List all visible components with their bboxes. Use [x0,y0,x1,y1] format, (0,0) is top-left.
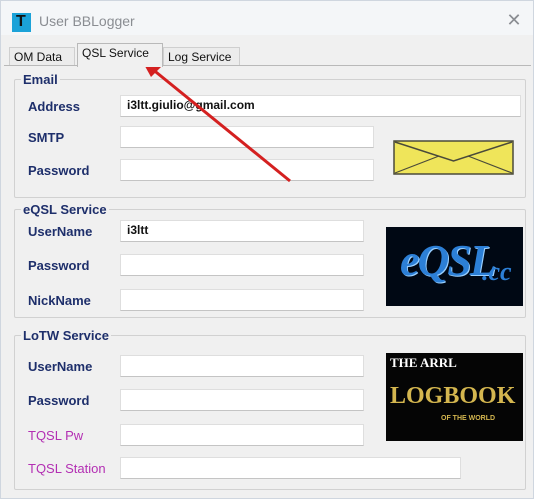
close-icon[interactable]: ✕ [503,9,525,31]
address-input[interactable]: i3ltt.giulio@gmail.com [120,95,521,117]
eqsl-logo-suffix: .cc [482,257,512,286]
app-icon [12,13,31,32]
tab-qsl-service[interactable]: QSL Service [77,43,163,67]
lotw-logo-main: LOGBOOK [390,383,516,409]
lotw-username-label: UserName [28,359,93,374]
email-password-label: Password [28,163,90,178]
smtp-label: SMTP [28,130,65,145]
eqsl-username-label: UserName [28,224,93,239]
tqsl-station-label: TQSL Station [28,461,106,476]
eqsl-legend: eQSL Service [23,202,107,217]
qsl-service-panel: Email Address i3ltt.giulio@gmail.com SMT… [4,65,531,498]
tqsl-pw-label: TQSL Pw [28,428,84,443]
smtp-input[interactable] [120,126,374,148]
tab-om-data[interactable]: OM Data [9,47,75,66]
lotw-username-input[interactable] [120,355,364,377]
tqsl-pw-input[interactable] [120,424,364,446]
eqsl-nickname-input[interactable] [120,289,364,311]
lotw-logo: THE ARRL LOGBOOK OF THE WORLD [386,353,523,441]
eqsl-nickname-label: NickName [28,293,91,308]
lotw-logo-top: THE ARRL [390,355,457,370]
user-bblogger-window: User BBLogger ✕ OM Data QSL Service Log … [0,0,534,499]
title-bar: User BBLogger ✕ [1,1,533,35]
lotw-password-input[interactable] [120,389,364,411]
envelope-icon[interactable] [393,140,514,175]
lotw-password-label: Password [28,393,90,408]
eqsl-logo: eQSL .cc [386,227,523,306]
window-title: User BBLogger [39,13,135,29]
tqsl-station-input[interactable] [120,457,461,479]
lotw-legend: LoTW Service [23,328,109,343]
address-label: Address [28,99,81,114]
eqsl-password-input[interactable] [120,254,364,276]
email-password-input[interactable] [120,159,374,181]
tab-log-service[interactable]: Log Service [163,47,240,66]
email-legend: Email [23,72,58,87]
lotw-logo-sub: OF THE WORLD [441,415,496,422]
tab-strip: OM Data QSL Service Log Service [1,41,533,67]
eqsl-logo-text: eQSL [400,236,497,285]
eqsl-username-input[interactable]: i3ltt [120,220,364,242]
eqsl-password-label: Password [28,258,90,273]
